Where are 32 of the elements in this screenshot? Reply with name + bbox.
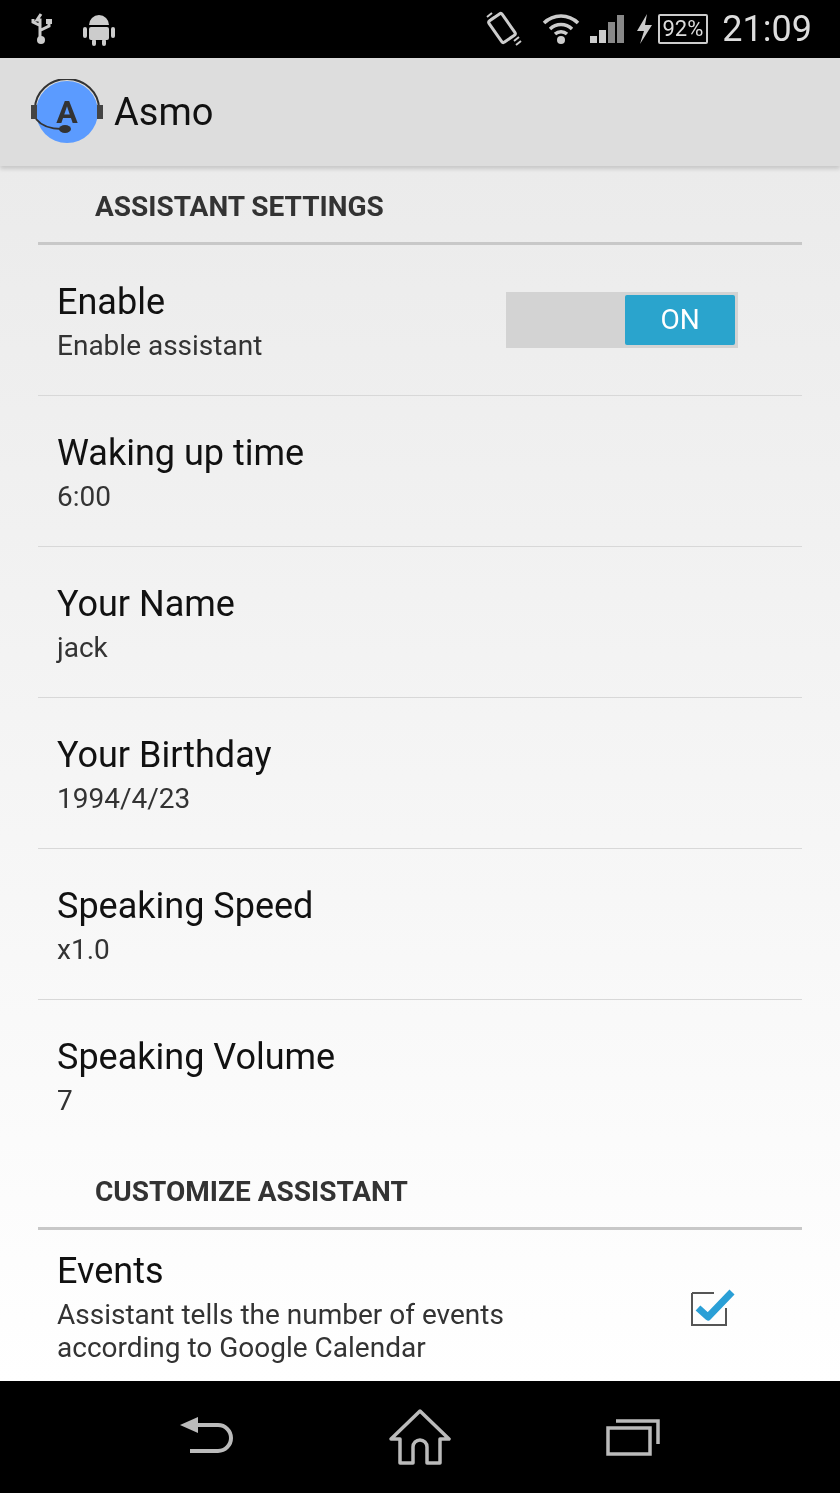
home-icon[interactable]: [389, 1409, 451, 1465]
signal-icon: [589, 14, 626, 44]
settings-row[interactable]: Your Birthday 1994/4/23: [38, 698, 802, 849]
setting-summary: 6:00: [57, 479, 112, 513]
setting-summary: Enable assistant: [57, 328, 264, 362]
clock: 21:09: [722, 11, 812, 47]
setting-title: Events: [57, 1248, 165, 1294]
setting-summary: jack: [57, 630, 109, 664]
setting-title: Your Name: [57, 581, 236, 627]
setting-summary: 1994/4/23: [57, 781, 192, 815]
setting-title: Waking up time: [57, 430, 306, 476]
app-title: Asmo: [114, 88, 214, 136]
settings-row[interactable]: Events Assistant tells the number of events according to Google Calendar: [38, 1230, 802, 1381]
settings-row[interactable]: Speaking Speed x1.0: [38, 849, 802, 1000]
settings-row[interactable]: Speaking Volume 7: [38, 1000, 802, 1151]
section-header: CUSTOMIZE ASSISTANT: [94, 1174, 409, 1210]
settings-row[interactable]: Your Name jack: [38, 547, 802, 698]
setting-title: Your Birthday: [57, 732, 273, 778]
setting-summary: x1.0: [57, 932, 111, 966]
wifi-icon: [541, 13, 580, 45]
setting-title: Enable: [57, 279, 166, 325]
setting-title: Speaking Volume: [57, 1035, 337, 1080]
app-logo: A: [30, 79, 104, 145]
setting-summary: Assistant tells the number of events according to Google Calendar: [57, 1297, 505, 1364]
setting-summary: 7: [57, 1084, 74, 1117]
switch-thumb: ON: [625, 295, 735, 345]
recent-apps-icon[interactable]: [606, 1418, 663, 1456]
settings-row[interactable]: Enable Enable assistant ON: [38, 245, 802, 396]
settings-row[interactable]: Waking up time 6:00: [38, 396, 802, 547]
setting-title: Speaking Speed: [57, 883, 315, 929]
section-header: ASSISTANT SETTINGS: [94, 189, 385, 225]
battery-indicator: 92%: [657, 14, 709, 44]
